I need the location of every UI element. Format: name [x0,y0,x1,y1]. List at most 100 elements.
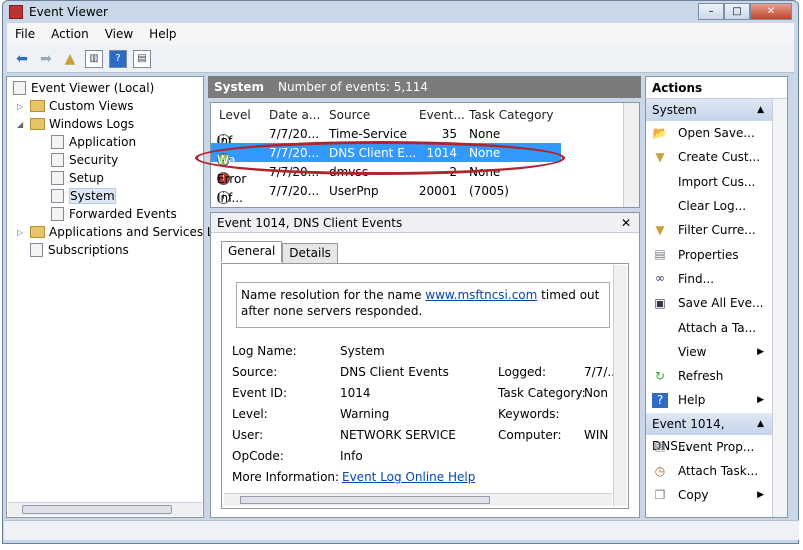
action-item[interactable]: ? Help ▶ [646,388,772,412]
show-hide-tree-icon[interactable]: ▥ [85,49,103,68]
event-row[interactable]: i Inf 7/7/20... Time-Service 35 None [211,124,621,148]
menu-file[interactable]: File [7,27,43,41]
action-label: Copy [678,488,709,503]
cell-task-category: None [469,126,501,141]
folder-icon [30,118,45,130]
action-item[interactable]: Clear Log... [646,194,772,218]
action-item[interactable]: ↻ Refresh [646,364,772,388]
action-item[interactable]: 📂 Open Save... [646,121,772,145]
action-item[interactable]: ∞ Find... [646,267,772,291]
action-item[interactable]: Import Cus... [646,170,772,194]
filter-icon: ▼ [655,222,665,237]
tree-horizontal-scrollbar[interactable] [8,502,202,516]
detail-vertical-scrollbar[interactable] [613,265,627,506]
tree-log-security[interactable]: Security [51,151,118,169]
column-date[interactable]: Date a... [269,108,320,122]
event-list: Level Date a... Source Event... Task Cat… [195,102,640,208]
field-value: NETWORK SERVICE [340,428,456,442]
log-icon [51,171,64,185]
list-vertical-scrollbar[interactable] [623,103,639,207]
tree-log-forwarded-events[interactable]: Forwarded Events [51,205,177,223]
expand-icon[interactable]: ▷ [17,102,27,111]
message-link[interactable]: www.msftncsi.com [425,288,537,302]
field-label: Computer: [498,428,562,442]
menu-view[interactable]: View [97,27,141,41]
show-hide-action-pane-icon[interactable]: ▤ [133,49,151,68]
column-source[interactable]: Source [329,108,370,122]
field-label: Logged: [498,365,547,379]
cell-event-id: 20001 [418,183,457,198]
column-headers: Level Date a... Source Event... Task Cat… [211,105,621,124]
action-item[interactable]: View ▶ [646,340,772,364]
action-item[interactable]: ▣ Save All Eve... [646,291,772,315]
subscriptions-icon [30,243,43,257]
binoculars-icon: ∞ [655,271,665,286]
cell-source: Time-Service [329,126,408,141]
menu-action[interactable]: Action [43,27,97,41]
action-label: View [678,344,707,359]
tree-custom-views[interactable]: ▷ Custom Views [17,97,134,115]
properties-icon: ▤ [654,439,666,454]
action-label: Open Save... [678,126,755,141]
log-icon [51,153,64,167]
navigation-tree: Event Viewer (Local) ▷ Custom Views ◢ Wind… [6,76,221,518]
close-button[interactable]: ✕ [750,3,792,20]
action-label: Find... [678,271,715,286]
tree-log-system[interactable]: System [51,187,116,205]
collapse-icon[interactable]: ▲ [757,99,764,121]
action-item[interactable]: ❐ Copy ▶ [646,483,772,507]
field-label: Keywords: [498,407,560,421]
tab-general[interactable]: General [221,241,283,262]
actions-section-header[interactable]: Event 1014, DNS... ▲ [646,412,772,453]
maximize-button[interactable]: □ [724,3,750,20]
action-item[interactable]: ◷ Attach Task... [646,459,772,483]
cell-date: 7/7/20... [269,183,320,198]
tree-apps-services[interactable]: ▷ Applications and Services Lo [17,223,221,241]
menu-help[interactable]: Help [141,27,184,41]
event-row[interactable]: i Inf... 7/7/20... UserPnp 20001 (7005) [211,181,621,205]
action-item[interactable]: ▼ Filter Curre... [646,218,772,242]
action-label: Filter Curre... [678,223,756,238]
scrollbar-thumb[interactable] [240,496,490,504]
action-item[interactable]: ▼ Create Cust... [646,145,772,169]
collapse-icon[interactable]: ▲ [757,413,764,435]
action-label: Create Cust... [678,150,761,165]
forward-arrow-icon[interactable]: ➡ [37,50,55,68]
column-task-category[interactable]: Task Category [469,108,554,122]
up-folder-icon[interactable]: ▲ [61,50,79,68]
tree-log-application[interactable]: Application [51,133,136,151]
action-item[interactable]: ▤ Event Prop... [646,435,772,459]
action-label: Save All Eve... [678,296,764,311]
scrollbar-thumb[interactable] [22,505,172,514]
menu-bar: File Action View Help [7,23,794,45]
actions-vertical-scrollbar[interactable] [772,99,787,517]
action-item[interactable]: Attach a Ta... [646,315,772,339]
field-value: 1014 [340,386,371,400]
close-detail-icon[interactable]: ✕ [621,213,631,233]
action-label: Attach Task... [678,464,759,478]
expand-icon[interactable]: ▷ [17,228,27,237]
collapse-icon[interactable]: ◢ [17,120,27,129]
minimize-button[interactable]: – [698,3,724,20]
back-arrow-icon[interactable]: ⬅ [13,50,31,68]
column-event-id[interactable]: Event... [419,108,465,122]
tree-log-setup[interactable]: Setup [51,169,104,187]
tree-windows-logs[interactable]: ◢ Windows Logs [17,115,134,133]
actions-section-header[interactable]: System ▲ [646,99,772,121]
folder-icon: 📂 [652,125,668,140]
tree-subscriptions[interactable]: Subscriptions [30,241,129,259]
help-icon[interactable]: ? [109,49,127,68]
properties-icon: ▤ [654,247,666,262]
column-level[interactable]: Level [219,108,251,122]
event-log-online-help-link[interactable]: Event Log Online Help [342,470,475,484]
log-icon [51,189,64,203]
field-label: OpCode: [232,449,284,463]
action-item[interactable]: ▤ Properties [646,242,772,266]
tree-root[interactable]: Event Viewer (Local) [13,79,154,97]
tab-details[interactable]: Details [282,243,338,264]
detail-horizontal-scrollbar[interactable] [224,493,612,506]
cell-level: Inf... [217,190,243,205]
field-label: Level: [232,407,268,421]
status-bar [4,520,799,540]
blank-icon [652,344,668,359]
